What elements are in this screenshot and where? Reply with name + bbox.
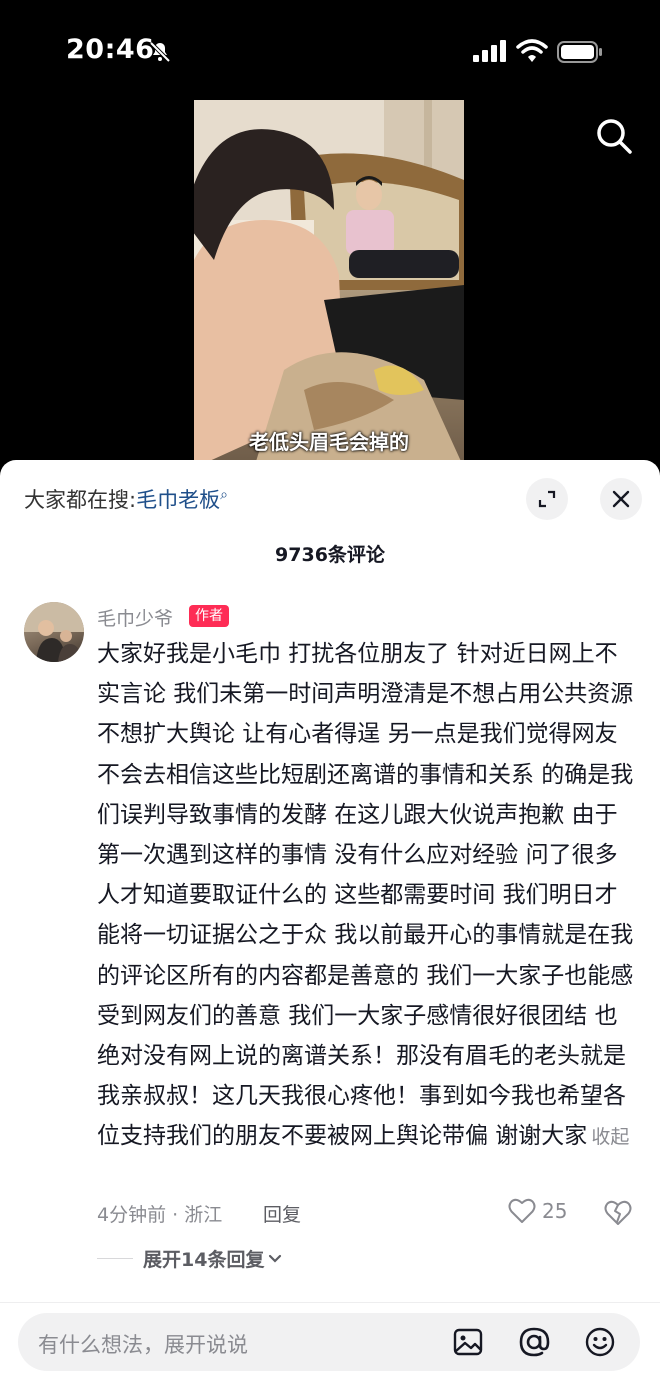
video-caption: 老低头眉毛会掉的	[249, 430, 409, 454]
video-scene	[194, 100, 464, 468]
chevron-down-icon	[269, 1254, 282, 1263]
close-icon	[612, 490, 630, 508]
author-badge: 作者	[189, 605, 229, 627]
expand-line	[97, 1258, 133, 1259]
like-button[interactable]: 25	[508, 1198, 567, 1224]
comment-count: 9736条评论	[275, 544, 385, 566]
like-count: 25	[542, 1199, 568, 1223]
close-sheet-button[interactable]	[600, 478, 642, 520]
video-frame[interactable]: 老低头眉毛会掉的	[194, 100, 464, 468]
image-icon[interactable]	[452, 1326, 484, 1358]
comment-sheet: 大家都在搜:毛巾老板⌕ 9736条评论 毛巾少爷 作者 大家好我是小毛巾 打扰各…	[0, 460, 660, 1375]
comment-text-content: 大家好我是小毛巾 打扰各位朋友了 针对近日网上不实言论 我们未第一时间声明澄清是…	[97, 641, 634, 1150]
emoji-icon[interactable]	[584, 1326, 616, 1358]
dislike-icon[interactable]	[604, 1200, 632, 1226]
hot-search-prefix: 大家都在搜:	[24, 488, 137, 512]
at-icon[interactable]	[518, 1326, 550, 1358]
heart-icon	[508, 1198, 536, 1223]
comment-input[interactable]: 有什么想法，展开说说	[18, 1313, 640, 1371]
expand-replies-label: 展开14条回复	[143, 1249, 265, 1271]
comment-meta: 4分钟前 · 浙江	[97, 1204, 223, 1226]
divider	[0, 1302, 660, 1303]
comment-input-placeholder: 有什么想法，展开说说	[38, 1333, 248, 1357]
small-search-icon: ⌕	[220, 487, 228, 503]
expand-sheet-button[interactable]	[526, 478, 568, 520]
wifi-icon	[516, 39, 548, 62]
comment-text: 大家好我是小毛巾 打扰各位朋友了 针对近日网上不实言论 我们未第一时间声明澄清是…	[97, 634, 635, 1158]
search-icon[interactable]	[594, 116, 634, 156]
hot-search-term[interactable]: 毛巾老板	[136, 488, 220, 512]
battery-icon	[557, 41, 602, 63]
hot-search[interactable]: 大家都在搜:毛巾老板⌕	[24, 484, 228, 514]
expand-replies-button[interactable]: 展开14条回复	[97, 1245, 282, 1272]
avatar[interactable]	[24, 602, 84, 662]
status-time: 20:46	[66, 34, 155, 65]
mute-icon	[149, 41, 171, 63]
signal-icon	[473, 40, 506, 62]
collapse-button[interactable]: 收起	[591, 1126, 629, 1148]
comment-username[interactable]: 毛巾少爷	[97, 604, 173, 631]
expand-icon	[538, 490, 556, 508]
reply-button[interactable]: 回复	[263, 1200, 301, 1227]
